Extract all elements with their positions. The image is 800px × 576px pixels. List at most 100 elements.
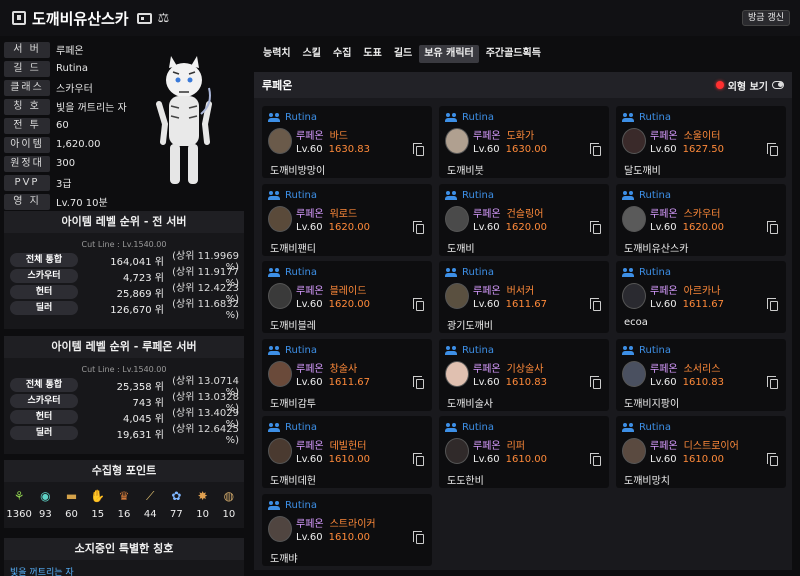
copy-icon[interactable] — [767, 143, 778, 156]
item-level: 1620.00 — [328, 221, 370, 233]
collection-item[interactable]: ⟋ 44 — [137, 488, 163, 521]
character-nickname: 도깨비감투 — [270, 398, 316, 410]
id-card-icon[interactable] — [136, 12, 152, 24]
copy-icon[interactable] — [590, 298, 601, 311]
character-card[interactable]: Rutina 루페온 스트라이커 Lv.60 1610.00 도깨뱌 — [262, 493, 432, 566]
level-row: Lv.60 1610.00 — [296, 454, 370, 465]
character-card[interactable]: Rutina 루페온 도화가 Lv.60 1630.00 도깨비붓 — [439, 106, 609, 178]
item-level: 1627.50 — [682, 144, 724, 155]
copy-icon[interactable] — [767, 298, 778, 311]
character-card[interactable]: Rutina 루페온 바드 Lv.60 1630.83 도깨비방망이 — [262, 106, 432, 178]
copy-icon[interactable] — [767, 375, 778, 389]
character-nickname: 도깨뱌 — [270, 553, 298, 565]
character-card[interactable]: Rutina 루페온 아르카나 Lv.60 1611.67 ecoa — [616, 261, 786, 333]
copy-icon[interactable] — [413, 298, 424, 311]
collection-item[interactable]: ▬ 60 — [59, 488, 85, 520]
tab-6[interactable]: 주간골드획득 — [481, 45, 546, 63]
character-card[interactable]: Rutina 루페온 버서커 Lv.60 1611.67 광기도깨비 — [439, 261, 609, 333]
copy-icon[interactable] — [413, 220, 424, 234]
tab-2[interactable]: 수집 — [328, 45, 356, 63]
character-portrait — [445, 438, 469, 464]
great-art-icon: ▬ — [65, 489, 78, 503]
guild-name: Rutina — [285, 422, 318, 433]
collection-title: 수집형 포인트 — [4, 460, 244, 482]
collection-item[interactable]: ✿ 77 — [163, 488, 189, 520]
character-server: 루페온 — [473, 286, 501, 297]
special-title-item[interactable]: 빛을 꺼트리는 자 — [4, 565, 244, 576]
guild-row: Rutina — [622, 345, 671, 356]
collection-item[interactable]: ✸ 10 — [190, 488, 216, 520]
refresh-button[interactable]: 방금 갱신 — [742, 10, 790, 26]
copy-icon[interactable] — [590, 143, 601, 156]
character-class: 아르카나 — [683, 286, 721, 297]
copy-icon[interactable] — [413, 453, 424, 466]
character-portrait — [268, 283, 292, 309]
info-value: 스카우터 — [56, 84, 93, 95]
character-server: 루페온 — [650, 208, 678, 220]
tab-5[interactable]: 보유 캐릭터 — [419, 45, 479, 63]
tab-3[interactable]: 도표 — [358, 45, 386, 63]
copy-icon[interactable] — [413, 375, 424, 389]
character-card[interactable]: Rutina 루페온 데빌헌터 Lv.60 1610.00 도깨비데헌 — [262, 416, 432, 488]
collection-item[interactable]: ♛ 16 — [111, 488, 137, 520]
character-class: 버서커 — [506, 286, 535, 297]
info-value: 300 — [56, 158, 76, 169]
collection-value: 15 — [91, 509, 105, 520]
collection-item[interactable]: ⚘ 1360 — [6, 488, 32, 520]
copy-icon[interactable] — [413, 143, 424, 156]
character-portrait — [268, 360, 292, 387]
character-card[interactable]: Rutina 루페온 워로드 Lv.60 1620.00 도깨비팬티 — [262, 183, 432, 256]
character-card[interactable]: Rutina 루페온 블레이드 Lv.60 1620.00 도깨비블레 — [262, 261, 432, 333]
copy-icon[interactable] — [590, 453, 601, 466]
collection-item[interactable]: ✋ 15 — [85, 488, 111, 520]
item-level: 1610.00 — [505, 454, 547, 465]
toggle-icon[interactable] — [772, 81, 784, 89]
character-card[interactable]: Rutina 루페온 창술사 Lv.60 1611.67 도깨비감투 — [262, 338, 432, 411]
character-card[interactable]: Rutina 루페온 기상술사 Lv.60 1610.83 도깨비술사 — [439, 338, 609, 411]
character-level: Lv.60 — [296, 454, 323, 465]
tab-4[interactable]: 길드 — [389, 45, 417, 63]
level-row: Lv.60 1620.00 — [650, 222, 724, 233]
character-card[interactable]: Rutina 루페온 소울이터 Lv.60 1627.50 달도깨비 — [616, 106, 786, 178]
red-dot-icon — [715, 81, 724, 89]
orpheus-star-icon: ⟋ — [146, 488, 155, 503]
tab-1[interactable]: 스킬 — [298, 45, 326, 63]
appearance-toggle[interactable]: 외형 보기 — [715, 78, 784, 93]
character-card[interactable]: Rutina 루페온 건슬링어 Lv.60 1620.00 도깨비 — [439, 183, 609, 256]
character-card[interactable]: Rutina 루페온 소서리스 Lv.60 1610.83 도깨비지팡이 — [616, 338, 786, 411]
scale-icon[interactable]: ⚖ — [158, 11, 170, 26]
character-portrait — [268, 438, 292, 464]
collection-item[interactable]: ◍ 10 — [216, 488, 242, 520]
copy-icon[interactable] — [413, 530, 424, 544]
bookmark-icon[interactable] — [12, 11, 26, 25]
guild-row: Rutina — [268, 112, 317, 123]
collection-value: 77 — [170, 509, 183, 520]
rank-all-servers: 아이템 레벨 순위 - 전 서버 Cut Line : Lv.1540.00 전… — [4, 211, 244, 329]
character-class: 디스트로이어 — [683, 441, 739, 452]
character-server: 루페온 — [296, 518, 324, 530]
info-value: 빛을 꺼트리는 자 — [56, 103, 127, 114]
copy-icon[interactable] — [767, 220, 778, 234]
character-class: 바드 — [329, 131, 349, 142]
character-card[interactable]: Rutina 루페온 스카우터 Lv.60 1620.00 도깨비유산스카 — [616, 183, 786, 256]
item-level: 1610.00 — [328, 531, 370, 543]
level-row: Lv.60 1620.00 — [296, 222, 370, 233]
character-server: 루페온 — [650, 363, 678, 375]
tab-0[interactable]: 능력치 — [258, 45, 296, 63]
rank-percent: (상위 12.6425 %) — [172, 424, 239, 446]
users-icon — [622, 190, 636, 200]
copy-icon[interactable] — [590, 220, 601, 234]
rank-value: 4,723 위 — [122, 272, 164, 284]
character-level: Lv.60 — [650, 144, 677, 155]
rank-label: 헌터 — [10, 285, 78, 299]
character-level: Lv.60 — [473, 221, 500, 233]
characters-panel: 루페온 외형 보기 Rutina 루페온 바드 Lv.60 1630.83 도깨비방망이 R… — [254, 72, 792, 570]
character-portrait — [268, 515, 292, 542]
character-card[interactable]: Rutina 루페온 디스트로이어 Lv.60 1610.00 도깨비망치 — [616, 416, 786, 488]
collection-item[interactable]: ◉ 93 — [32, 488, 58, 520]
copy-icon[interactable] — [590, 375, 601, 389]
character-card[interactable]: Rutina 루페온 리퍼 Lv.60 1610.00 도도한비 — [439, 416, 609, 488]
guild-row: Rutina — [445, 112, 494, 123]
character-level: Lv.60 — [473, 376, 500, 388]
copy-icon[interactable] — [767, 453, 778, 466]
